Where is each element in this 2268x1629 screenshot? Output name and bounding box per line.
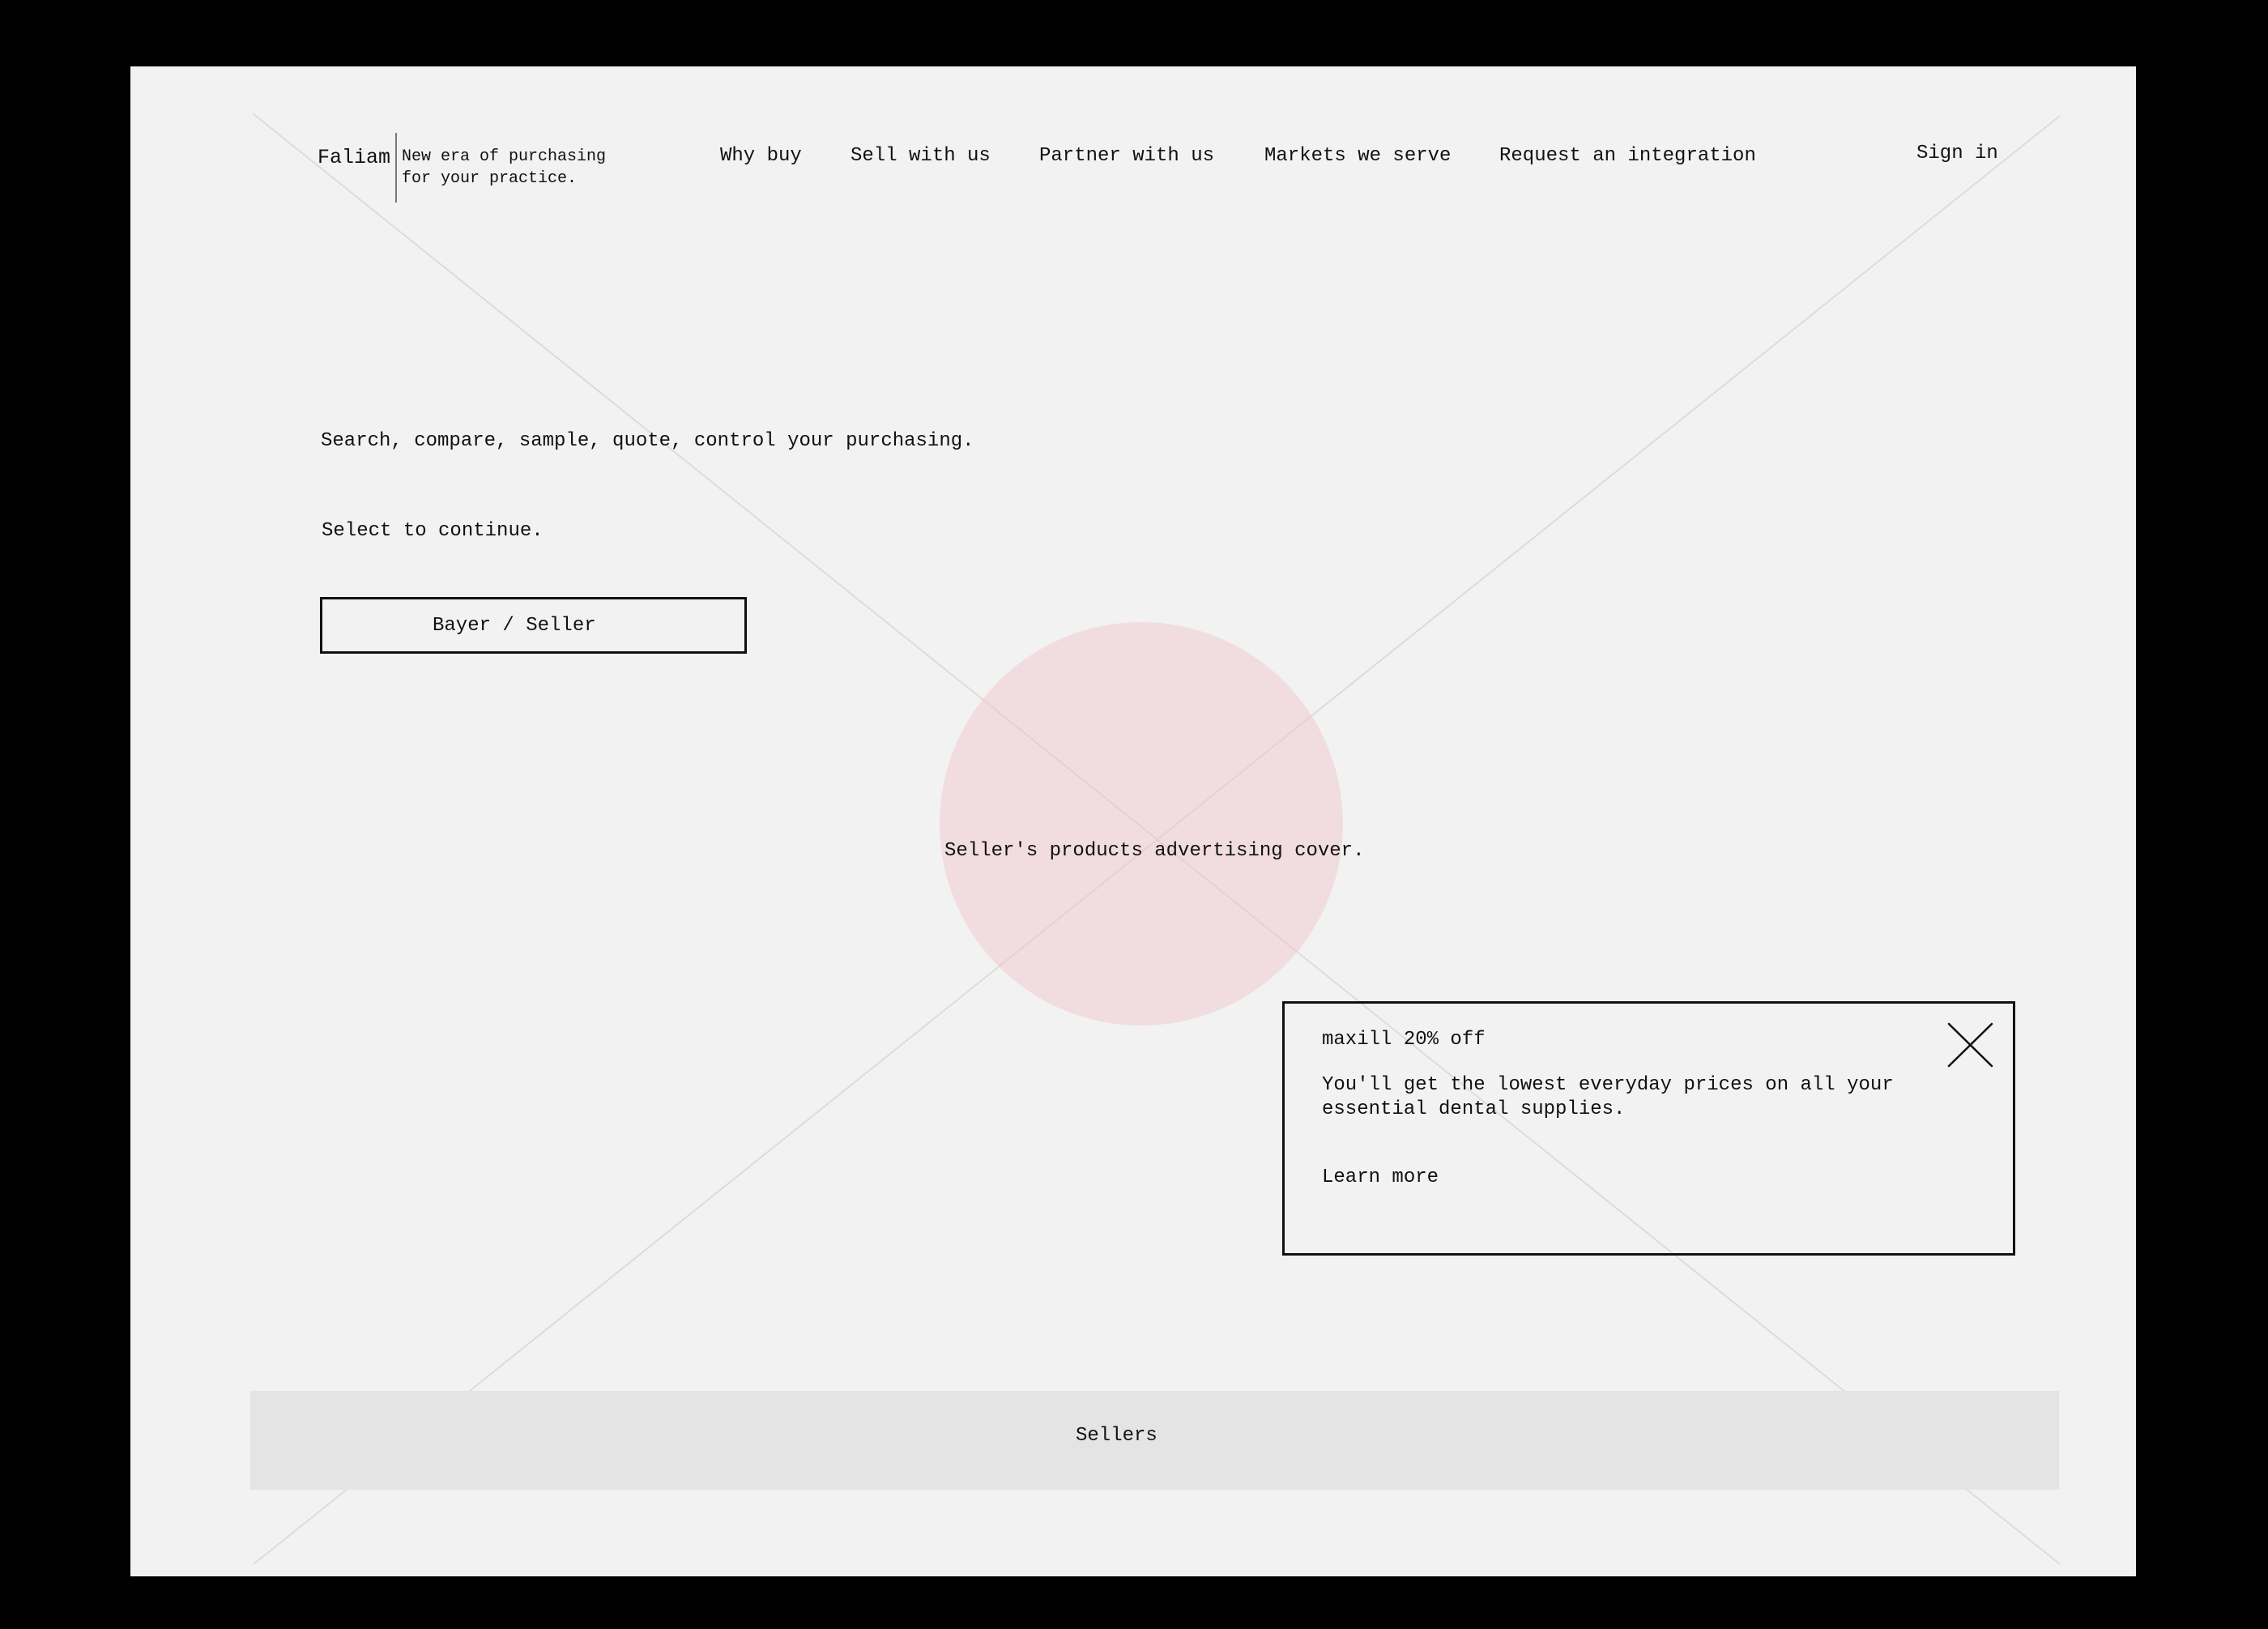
select-prompt: Select to continue.: [322, 520, 544, 542]
tagline: New era of purchasing for your practice.: [402, 147, 607, 188]
nav-sell-with-us[interactable]: Sell with us: [850, 147, 991, 166]
buyer-seller-button-label: Bayer / Seller: [433, 615, 596, 637]
sellers-label: Sellers: [1076, 1425, 1157, 1447]
nav-partner-with-us[interactable]: Partner with us: [1039, 147, 1214, 166]
promo-body: You'll get the lowest everyday prices on…: [1322, 1074, 1894, 1120]
ad-cover-circle[interactable]: [940, 622, 1343, 1026]
logo[interactable]: Faliam: [318, 147, 390, 168]
sign-in-link[interactable]: Sign in: [1916, 144, 1998, 164]
hero-headline: Search, compare, sample, quote, control …: [321, 430, 974, 452]
learn-more-link[interactable]: Learn more: [1322, 1168, 1439, 1188]
nav-why-buy[interactable]: Why buy: [720, 147, 802, 166]
nav-markets-we-serve[interactable]: Markets we serve: [1264, 147, 1451, 166]
close-icon: [1947, 1022, 1993, 1068]
nav-request-integration[interactable]: Request an integration: [1499, 147, 1756, 166]
buyer-seller-button[interactable]: Bayer / Seller: [320, 597, 747, 654]
logo-divider: [395, 133, 397, 203]
page-canvas: Faliam New era of purchasing for your pr…: [130, 66, 2136, 1576]
ad-cover-label: Seller's products advertising cover.: [944, 840, 1365, 862]
promo-close-button[interactable]: [1945, 1020, 1997, 1070]
promo-title: maxill 20% off: [1322, 1029, 1486, 1051]
